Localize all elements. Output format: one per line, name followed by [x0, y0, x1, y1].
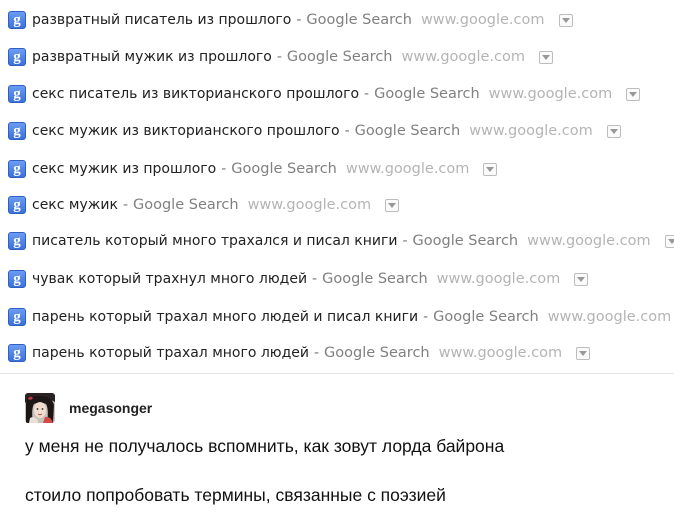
history-query: секс мужик [32, 197, 118, 213]
chevron-down-icon[interactable] [539, 50, 554, 64]
history-source: Google Search [412, 233, 519, 249]
separator: - [402, 233, 408, 249]
chevron-down-icon[interactable] [385, 198, 400, 212]
history-source: Google Search [374, 86, 480, 102]
google-search-icon: g [8, 308, 26, 326]
history-query: развратный мужик из прошлого [32, 49, 272, 65]
google-search-icon: g [8, 160, 26, 178]
chevron-down-icon[interactable] [664, 234, 674, 248]
history-url: www.google.com [420, 12, 545, 28]
google-search-icon: g [8, 196, 26, 214]
history-url: www.google.com [345, 161, 470, 177]
chevron-down-icon[interactable] [483, 162, 498, 176]
post-text-line: у меня не получалось вспомнить, как зову… [25, 436, 505, 456]
separator: - [276, 49, 282, 65]
tumblr-post: megasonger у меня не получалось вспомнит… [0, 374, 674, 527]
chevron-down-icon[interactable] [606, 124, 621, 138]
history-query: парень который трахал много людей [32, 345, 309, 361]
history-source: Google Search [231, 161, 337, 177]
history-url: www.google.com [438, 345, 563, 361]
history-item[interactable]: g развратный мужик из прошлого - Google … [8, 45, 554, 69]
history-query: чувак который трахнул много людей [32, 271, 308, 287]
chevron-down-icon[interactable] [558, 13, 573, 27]
history-source: Google Search [133, 197, 239, 213]
chevron-down-icon[interactable] [574, 272, 589, 286]
separator: - [296, 12, 302, 28]
history-url: www.google.com [547, 309, 672, 325]
separator: - [122, 197, 128, 213]
history-item[interactable]: g писатель который много трахался и писа… [8, 229, 674, 253]
google-search-icon: g [8, 85, 26, 103]
chevron-down-icon[interactable] [626, 87, 641, 101]
history-source: Google Search [324, 345, 430, 361]
separator: - [313, 345, 320, 361]
history-item[interactable]: g парень который трахал много людей - Go… [8, 341, 591, 365]
history-query: секс мужик из прошлого [32, 161, 217, 177]
history-query: секс писатель из викторианского прошлого [32, 86, 360, 102]
google-search-icon: g [8, 232, 26, 250]
history-source: Google Search [286, 49, 393, 65]
history-url: www.google.com [527, 233, 651, 249]
separator: - [221, 161, 227, 177]
history-url: www.google.com [469, 123, 593, 139]
google-search-icon: g [8, 122, 26, 140]
history-item[interactable]: g чувак который трахнул много людей - Go… [8, 267, 589, 291]
separator: - [312, 271, 318, 287]
history-item[interactable]: g секс мужик - Google Search www.google.… [8, 193, 400, 217]
history-source: Google Search [433, 309, 539, 325]
google-search-icon: g [8, 11, 26, 29]
separator: - [344, 123, 350, 139]
history-query: развратный писатель из прошлого [32, 12, 292, 28]
history-source: Google Search [322, 271, 428, 287]
history-item[interactable]: g секс мужик из викторианского прошлого … [8, 119, 621, 143]
history-query: писатель который много трахался и писал … [32, 233, 398, 249]
history-source: Google Search [306, 12, 412, 28]
google-search-icon: g [8, 344, 26, 362]
history-item[interactable]: g секс мужик из прошлого - Google Search… [8, 157, 498, 181]
history-url: www.google.com [247, 197, 372, 213]
history-item[interactable]: g парень который трахал много людей и пи… [8, 305, 674, 329]
history-item[interactable]: g секс писатель из викторианского прошло… [8, 82, 641, 106]
chevron-down-icon[interactable] [576, 346, 591, 360]
separator: - [423, 309, 429, 325]
post-username[interactable]: megasonger [69, 400, 152, 416]
google-search-icon: g [8, 270, 26, 288]
history-query: парень который трахал много людей и писа… [32, 309, 419, 325]
history-url: www.google.com [488, 86, 613, 102]
separator: - [364, 86, 370, 102]
history-query: секс мужик из викторианского прошлого [32, 123, 340, 139]
history-item[interactable]: g развратный писатель из прошлого - Goog… [8, 8, 573, 32]
history-source: Google Search [354, 123, 461, 139]
google-search-icon: g [8, 48, 26, 66]
history-url: www.google.com [401, 49, 526, 65]
post-text-line: стоило попробовать термины, связанные с … [25, 485, 446, 505]
avatar[interactable] [25, 393, 55, 423]
history-url: www.google.com [436, 271, 561, 287]
